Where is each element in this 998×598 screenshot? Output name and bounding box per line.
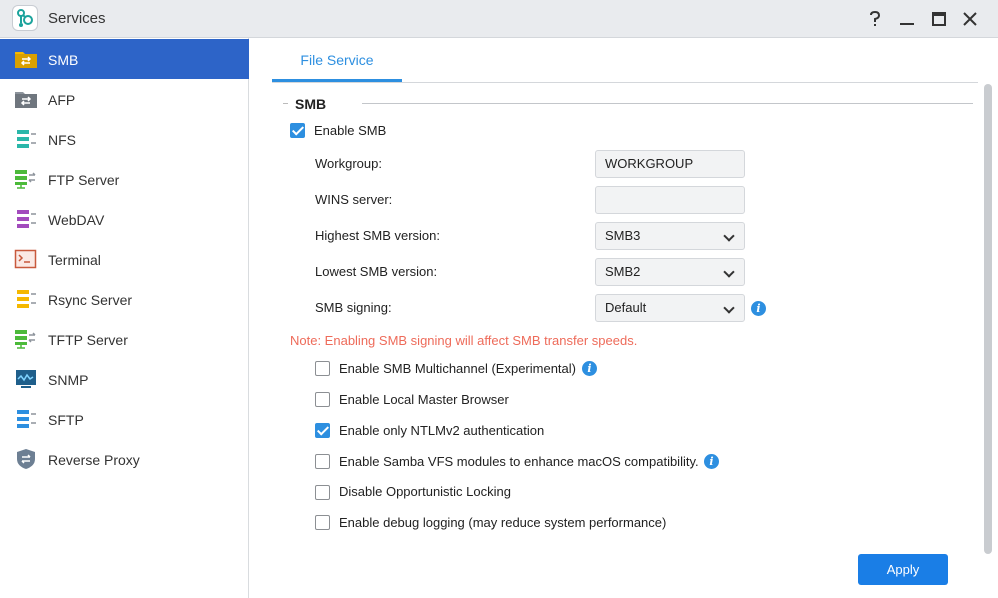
terminal-icon <box>14 249 37 269</box>
samba-vfs-checkbox[interactable] <box>315 454 330 469</box>
vertical-scrollbar[interactable] <box>984 84 992 554</box>
snmp-icon <box>16 370 36 388</box>
highest-smb-version-label: Highest SMB version: <box>315 228 440 243</box>
sidebar-item-label: WebDAV <box>48 212 105 228</box>
apply-button[interactable]: Apply <box>858 554 948 585</box>
close-icon[interactable] <box>960 9 980 29</box>
sftp-icon <box>17 410 36 428</box>
sidebar-item-snmp[interactable]: SNMP <box>0 359 249 399</box>
chevron-down-icon <box>723 230 735 242</box>
sidebar-item-label: NFS <box>48 132 76 148</box>
workgroup-label: Workgroup: <box>315 156 382 171</box>
lowest-smb-version-value: SMB2 <box>605 264 641 279</box>
rsync-server-icon <box>17 290 36 308</box>
highest-smb-version-select[interactable]: SMB3 <box>595 222 745 250</box>
sidebar-item-tftp-server[interactable]: TFTP Server <box>0 319 249 359</box>
window-title: Services <box>48 10 106 27</box>
smb-signing-note: Note: Enabling SMB signing will affect S… <box>290 333 638 348</box>
ntlmv2-checkbox[interactable] <box>315 423 330 438</box>
chevron-down-icon <box>723 302 735 314</box>
sidebar-item-label: FTP Server <box>48 172 120 188</box>
webdav-icon <box>17 210 36 228</box>
sidebar-item-label: Terminal <box>48 252 101 268</box>
sidebar-item-ftp-server[interactable]: FTP Server <box>0 159 249 199</box>
opportunistic-locking-checkbox[interactable] <box>315 485 330 500</box>
sidebar-item-label: SNMP <box>48 372 89 388</box>
opportunistic-locking-label: Disable Opportunistic Locking <box>339 484 511 499</box>
debug-logging-checkbox[interactable] <box>315 515 330 530</box>
highest-smb-version-value: SMB3 <box>605 228 641 243</box>
sidebar-item-nfs[interactable]: NFS <box>0 119 249 159</box>
lowest-smb-version-select[interactable]: SMB2 <box>595 258 745 286</box>
tab-divider <box>272 82 978 83</box>
local-master-browser-checkbox[interactable] <box>315 392 330 407</box>
info-icon[interactable]: i <box>751 301 766 316</box>
smb-multichannel-checkbox[interactable] <box>315 361 330 376</box>
afp-icon <box>15 92 37 108</box>
info-icon[interactable]: i <box>582 361 597 376</box>
smb-signing-label: SMB signing: <box>315 300 392 315</box>
reverse-proxy-icon <box>17 449 35 469</box>
smb-signing-select[interactable]: Default <box>595 294 745 322</box>
tab-file-service[interactable]: File Service <box>272 38 402 82</box>
lowest-smb-version-label: Lowest SMB version: <box>315 264 438 279</box>
sidebar-item-rsync-server[interactable]: Rsync Server <box>0 279 249 319</box>
local-master-browser-label: Enable Local Master Browser <box>339 392 509 407</box>
main-panel: File Service SMB Enable SMB Workgroup: W… <box>250 38 998 598</box>
title-bar: Services <box>0 0 998 38</box>
smb-multichannel-label: Enable SMB Multichannel (Experimental) <box>339 361 576 376</box>
section-divider <box>283 103 288 104</box>
sidebar-item-reverse-proxy[interactable]: Reverse Proxy <box>0 439 249 479</box>
maximize-icon[interactable] <box>929 9 949 29</box>
smb-icon <box>15 52 37 68</box>
ftp-server-icon <box>15 170 36 189</box>
sidebar-item-smb[interactable]: SMB <box>0 39 249 79</box>
enable-smb-label: Enable SMB <box>314 123 387 138</box>
sidebar-item-webdav[interactable]: WebDAV <box>0 199 249 239</box>
workgroup-field[interactable]: WORKGROUP <box>595 150 745 178</box>
sidebar-item-label: TFTP Server <box>48 332 128 348</box>
sidebar-item-label: Reverse Proxy <box>48 452 140 468</box>
section-title-smb: SMB <box>295 96 327 112</box>
section-divider <box>362 103 973 104</box>
wins-server-field[interactable] <box>595 186 745 214</box>
info-icon[interactable]: i <box>704 454 719 469</box>
wins-server-label: WINS server: <box>315 192 393 207</box>
sidebar-item-label: SMB <box>48 52 79 68</box>
tftp-server-icon <box>15 330 36 349</box>
services-app-icon <box>12 5 38 31</box>
help-icon[interactable] <box>865 9 885 29</box>
sidebar-item-afp[interactable]: AFP <box>0 79 249 119</box>
minimize-icon[interactable] <box>897 9 917 29</box>
chevron-down-icon <box>723 266 735 278</box>
sidebar-item-label: SFTP <box>48 412 84 428</box>
sidebar-item-sftp[interactable]: SFTP <box>0 399 249 439</box>
nfs-icon <box>17 130 36 148</box>
samba-vfs-label: Enable Samba VFS modules to enhance macO… <box>339 454 699 469</box>
sidebar-item-label: AFP <box>48 92 76 108</box>
smb-signing-value: Default <box>605 300 647 315</box>
sidebar-item-label: Rsync Server <box>48 292 133 308</box>
enable-smb-checkbox[interactable] <box>290 123 305 138</box>
sidebar-item-terminal[interactable]: Terminal <box>0 239 249 279</box>
sidebar: SMB AFP NFS FTP Server WebDAV Terminal R… <box>0 38 249 598</box>
ntlmv2-label: Enable only NTLMv2 authentication <box>339 423 545 438</box>
debug-logging-label: Enable debug logging (may reduce system … <box>339 515 667 530</box>
